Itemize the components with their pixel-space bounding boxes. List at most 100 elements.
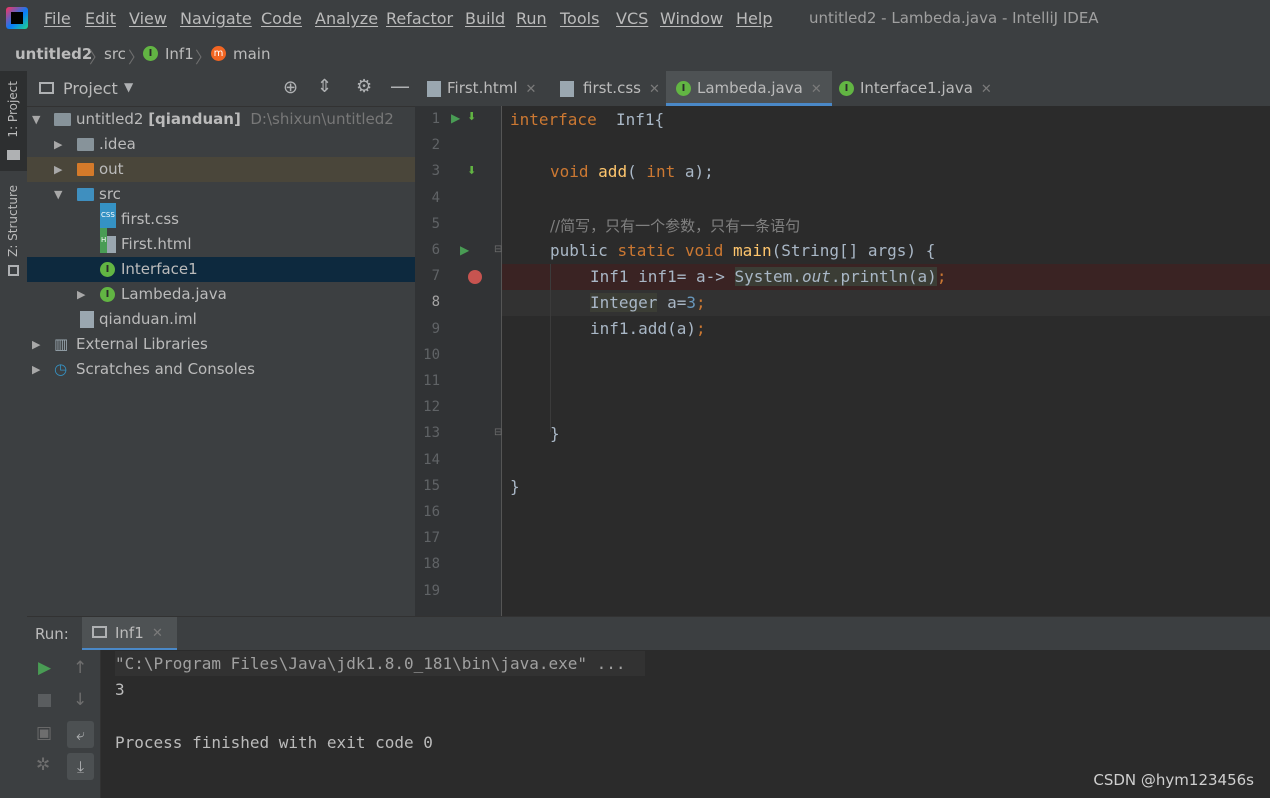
gear-icon[interactable]: ⚙	[356, 76, 372, 97]
camera-icon[interactable]: ▣	[36, 723, 52, 743]
libraries-icon: ▥	[54, 335, 69, 353]
run-icon[interactable]: ▶	[451, 111, 460, 125]
project-tool-tab[interactable]: 1: Project	[0, 71, 27, 171]
menu-vcs[interactable]: VCS	[616, 9, 648, 28]
tab-first-css[interactable]: first.css ✕	[560, 71, 660, 106]
run-icon[interactable]: ▶	[460, 243, 469, 257]
tree-item-idea[interactable]: ▶ .idea	[27, 132, 415, 157]
run-tab-inf1[interactable]: Inf1 ✕	[82, 617, 177, 651]
scroll-to-end-icon[interactable]: ⤓	[67, 753, 94, 780]
tree-item-lambeda[interactable]: ▶ I Lambeda.java	[27, 282, 415, 307]
left-tool-strip: 1: Project Z: Structure	[0, 71, 28, 798]
menu-analyze[interactable]: Analyze	[315, 9, 378, 28]
chevron-right-icon[interactable]: ▶	[54, 132, 62, 157]
run-tab-label: Inf1	[115, 624, 144, 642]
tree-item-src[interactable]: ▼ src	[27, 182, 415, 207]
menu-build[interactable]: Build	[465, 9, 505, 28]
tree-item-scratches[interactable]: ▶ ◷ Scratches and Consoles	[27, 357, 415, 382]
tree-item-label: out	[99, 160, 124, 178]
menu-view[interactable]: View	[129, 9, 167, 28]
interface-icon: I	[676, 81, 691, 96]
menu-navigate[interactable]: Navigate	[180, 9, 252, 28]
line-number: 4	[431, 189, 440, 206]
tab-lambeda-java[interactable]: I Lambeda.java ✕	[666, 71, 832, 106]
html-file-icon	[427, 80, 441, 97]
collapse-all-icon[interactable]: ⇕	[317, 76, 332, 97]
stop-icon[interactable]	[38, 694, 51, 707]
project-panel-title[interactable]: Project	[63, 79, 118, 98]
breadcrumb-method[interactable]: main	[233, 45, 270, 63]
menu-edit[interactable]: Edit	[85, 9, 116, 28]
chevron-right-icon[interactable]: ▶	[54, 157, 62, 182]
breadcrumb-project[interactable]: untitled2	[15, 45, 92, 63]
editor-gutter: 1 2 3 4 5 6 7 8 9 10 11 12 13 14 15 16 17 18 19 ▶ ⬇ ⬇ ▶ ⊟ …	[415, 106, 502, 616]
run-toolbar: ▶ ↑ ↓ ▣ ⤶ ✲ ⤓	[27, 650, 101, 798]
menu-run[interactable]: Run	[516, 9, 547, 28]
menu-code[interactable]: Code	[261, 9, 302, 28]
menu-help[interactable]: Help	[736, 9, 772, 28]
tab-label: first.css	[583, 79, 641, 97]
locate-icon[interactable]: ⊕	[283, 77, 298, 98]
chevron-right-icon[interactable]: ▶	[77, 282, 85, 307]
iml-file-icon	[80, 311, 94, 328]
folder-icon	[7, 150, 20, 160]
line-number: 11	[423, 373, 440, 389]
tree-item-label: First.html	[121, 235, 192, 253]
line-number: 15	[423, 477, 440, 494]
arrow-down-icon[interactable]: ↓	[73, 690, 87, 710]
line-number: 8	[431, 294, 440, 311]
close-icon[interactable]: ✕	[526, 82, 537, 97]
minimize-icon[interactable]: —	[390, 74, 410, 98]
close-icon[interactable]: ✕	[152, 626, 163, 641]
chevron-right-icon: 〉	[195, 48, 212, 67]
line-number: 13	[423, 425, 440, 442]
tree-item-first-css[interactable]: CSS first.css	[27, 203, 415, 232]
line-number: 16	[423, 504, 440, 520]
run-panel-header: Run: Inf1 ✕	[27, 616, 1270, 651]
close-icon[interactable]: ✕	[981, 82, 992, 97]
menu-window[interactable]: Window	[660, 9, 723, 28]
code-line-5: //简写，只有一个参数，只有一条语句	[550, 217, 801, 235]
chevron-down-icon[interactable]: ▼	[124, 80, 133, 94]
rerun-icon[interactable]: ▶	[38, 658, 51, 678]
window-title: untitled2 - Lambeda.java - IntelliJ IDEA	[809, 9, 1099, 27]
watermark: CSDN @hym123456s	[1093, 771, 1254, 789]
tab-label: First.html	[447, 79, 518, 97]
tree-item-out[interactable]: ▶ out	[27, 157, 415, 182]
tree-item-first-html[interactable]: H First.html	[27, 228, 415, 257]
tree-item-external-libraries[interactable]: ▶ ▥ External Libraries	[27, 332, 415, 357]
tree-item-iml[interactable]: qianduan.iml	[27, 307, 415, 332]
close-icon[interactable]: ✕	[811, 82, 822, 97]
line-number: 10	[423, 346, 440, 363]
code-line-13: }	[550, 424, 560, 443]
breadcrumb-folder[interactable]: src	[104, 45, 126, 63]
chevron-down-icon[interactable]: ▼	[54, 182, 62, 207]
settings-icon[interactable]: ✲	[36, 755, 50, 775]
chevron-right-icon[interactable]: ▶	[32, 332, 40, 357]
soft-wrap-icon[interactable]: ⤶	[67, 721, 94, 748]
tab-interface1-java[interactable]: I Interface1.java ✕	[839, 71, 992, 106]
close-icon[interactable]: ✕	[649, 82, 660, 97]
tab-first-html[interactable]: First.html ✕	[427, 71, 536, 106]
chevron-down-icon[interactable]: ▼	[32, 107, 40, 132]
chevron-right-icon[interactable]: ▶	[32, 357, 40, 382]
line-number: 19	[423, 582, 440, 599]
implemented-icon[interactable]: ⬇	[467, 110, 476, 123]
breakpoint-icon[interactable]	[468, 270, 482, 284]
arrow-up-icon[interactable]: ↑	[73, 658, 87, 678]
line-number: 1	[431, 111, 440, 127]
console-line-exit: Process finished with exit code 0	[115, 733, 433, 752]
structure-tool-tab[interactable]: Z: Structure	[0, 179, 27, 279]
implemented-icon[interactable]: ⬇	[467, 164, 476, 177]
tree-item-root[interactable]: ▼ untitled2 [qianduan] D:\shixun\untitle…	[27, 107, 415, 132]
menu-tools[interactable]: Tools	[560, 9, 599, 28]
code-editor[interactable]: interface Inf1{ void add( int a); //简写，只…	[502, 106, 1270, 616]
breadcrumb-class[interactable]: Inf1	[165, 45, 194, 63]
editor-tab-bar: First.html ✕ first.css ✕ I Lambeda.java ✕ I I…	[415, 71, 1270, 107]
tab-label: Interface1.java	[860, 79, 973, 97]
line-number: 18	[423, 556, 440, 573]
line-number: 14	[423, 451, 440, 468]
menu-file[interactable]: File	[44, 9, 71, 28]
menu-refactor[interactable]: Refactor	[386, 9, 453, 28]
tree-item-interface1[interactable]: I Interface1	[27, 257, 415, 282]
